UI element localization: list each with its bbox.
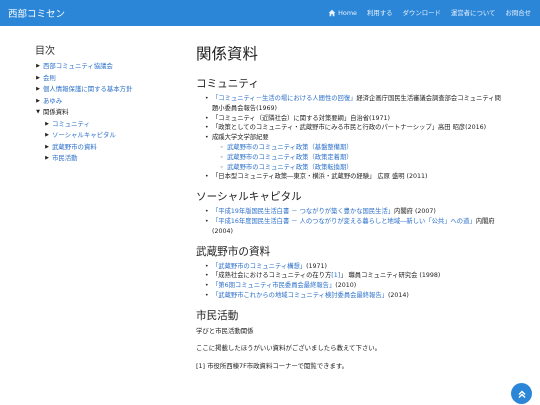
list-item: 「平成19年版国民生活白書 － つながりが築く豊かな国民生活」内閣府 (2007… [205,207,506,217]
section-heading: コミュニティ [196,78,259,90]
double-chevron-up-icon [518,390,525,398]
toc-item-social-capital[interactable]: ▶ ソーシャルキャピタル [35,130,175,142]
nav-home-label: Home [338,8,357,17]
toc-link[interactable]: 市民活動 [52,153,78,165]
doc-source: (2014) [387,291,409,299]
list-item: 「政策としてのコミュニティ・武蔵野市にみる市民と行政のパートナーシップ」高田 昭… [205,123,506,133]
toc-link[interactable]: 西部コミュニティ協議会 [43,61,113,73]
doc-source: 「コミュニティ（近隣社会）に関する対策要綱」自治省(1971) [212,114,390,122]
section-heading: 市民活動 [196,309,239,322]
list-item: 「平成16年度国民生活白書 － 人のつながりが変える暮らしと地域―新しい「公共」… [205,217,506,237]
caret-right-icon: ▶ [45,143,49,150]
toc-item-council[interactable]: ▶ 西部コミュニティ協議会 [35,61,175,73]
caret-right-icon: ▶ [45,132,49,138]
caret-right-icon: ▶ [45,120,49,127]
toc-item-civic[interactable]: ▶ 市民活動 [35,153,175,165]
nav-about[interactable]: 運営者について [451,8,496,17]
doc-source: (2010) [335,282,357,290]
list-item: 「武蔵野市のコミュニティ構想」(1971) [205,262,506,272]
doc-link[interactable]: 武蔵野市のコミュニティ政策（政策定着期） [227,154,353,161]
doc-link[interactable]: 武蔵野市のコミュニティ政策（基盤整備期） [227,144,353,151]
toc-title: 目次 [35,46,55,57]
toc-item-rules[interactable]: ▶ 会則 [35,73,175,85]
toc-link[interactable]: 会則 [43,73,56,85]
list-item: 成蹊大学文学部紀要 武蔵野市のコミュニティ政策（基盤整備期） 武蔵野市のコミュニ… [205,133,506,172]
section-heading: ソーシャルキャピタル [196,191,302,204]
section-social-capital: ソーシャルキャピタル 「平成19年版国民生活白書 － つながりが築く豊かな国民生… [196,189,506,236]
toc-link[interactable]: ソーシャルキャピタル [52,130,116,142]
sub-list-item: 武蔵野市のコミュニティ政策（基盤整備期） [220,143,506,153]
list-item: 「武蔵野市これからの地域コミュニティ検討委員会最終報告」(2014) [205,291,506,301]
site-brand[interactable]: 西部コミセン [8,6,65,20]
section-musashino: 武蔵野市の資料 「武蔵野市のコミュニティ構想」(1971) 「成熟社会におけるコ… [196,244,506,301]
page-title: 関係資料 [196,45,259,63]
doc-link[interactable]: 「コミュニティ－生活の場における人間性の回復」 [212,95,356,102]
toc-item-privacy[interactable]: ▶ 個人情報保護に関する基本方針 [35,84,175,96]
doc-link[interactable]: 「平成16年度国民生活白書 － 人のつながりが変える暮らしと地域―新しい「公共」… [212,218,476,225]
toc-sidebar: 目次 ▶ 西部コミュニティ協議会 ▶ 会則 ▶ 個人情報保護に関する基本方針 ▶ あゆみ… [35,42,175,165]
toc-item-references[interactable]: ▼ 関係資料 [35,107,175,119]
back-to-top-button[interactable] [511,383,532,404]
nav-home[interactable]: Home [328,8,357,17]
list-item: 「コミュニティ－生活の場における人間性の回復」経済企画庁国民生活審議会調査部会コ… [205,94,506,114]
footnote-link[interactable]: [1] [331,272,340,279]
sub-list-item: 武蔵野市のコミュニティ政策（政策定着期） [220,153,506,163]
caret-right-icon: ▶ [45,155,49,161]
civic-text: 学びと市民活動関係 [196,326,254,335]
doc-link[interactable]: 「武蔵野市これからの地域コミュニティ検討委員会最終報告」 [212,292,388,299]
list-item: 「成熟社会におけるコミュニティの在り方[1]」 職員コミュニティ研究会 (199… [205,271,506,281]
caret-right-icon: ▶ [36,74,40,81]
list-item: 「日本型コミュニティ政策―東京・横浜・武蔵野の経験」 広原 盛明 (2011) [205,172,506,182]
list-item: 「コミュニティ（近隣社会）に関する対策要綱」自治省(1971) [205,114,506,124]
toc-item-community[interactable]: ▶ コミュニティ [35,119,175,131]
main-content: 関係資料 コミュニティ 「コミュニティ－生活の場における人間性の回復」経済企画庁… [196,42,506,370]
caret-right-icon: ▶ [36,97,40,104]
toc-item-musashino[interactable]: ▶ 武蔵野市の資料 [35,142,175,154]
doc-link[interactable]: 武蔵野市のコミュニティ政策（政策転換期） [227,164,353,171]
nav-contact[interactable]: お問合せ [505,8,531,17]
toc-item-history[interactable]: ▶ あゆみ [35,96,175,108]
caret-right-icon: ▶ [36,63,40,69]
toc-link[interactable]: あゆみ [43,96,62,108]
toc-link[interactable]: コミュニティ [52,119,90,131]
doc-source: 成蹊大学文学部紀要 [212,134,269,142]
doc-title: 「成熟社会におけるコミュニティの在り方 [212,272,332,280]
civic-request: ここに掲載したほうがいい資料がございましたら教えて下さい。 [196,343,382,352]
toc-current: 関係資料 [43,108,69,116]
doc-source: 「日本型コミュニティ政策―東京・横浜・武蔵野の経験」 広原 盛明 (2011) [212,173,428,181]
doc-source: 「政策としてのコミュニティ・武蔵野市にみる市民と行政のパートナーシップ」高田 昭… [212,124,487,132]
top-navbar: 西部コミセン Home 利用する ダウンロード 運営者について お問合せ [0,0,540,26]
nav-links: Home 利用する ダウンロード 運営者について お問合せ [328,8,531,17]
list-item: 「第6期コミュニティ市民委員会最終報告」(2010) [205,281,506,291]
section-heading: 武蔵野市の資料 [196,245,271,258]
doc-source: 内閣府 (2007) [394,208,436,216]
footnote: [1] 市役所西棟7F市政資料コーナーで閲覧できます。 [196,361,349,370]
caret-right-icon: ▶ [36,86,40,92]
nav-use[interactable]: 利用する [367,8,393,17]
home-icon [328,9,336,16]
section-civic: 市民活動 学びと市民活動関係 ここに掲載したほうがいい資料がございましたら教えて… [196,308,506,354]
doc-source: 」 職員コミュニティ研究会 (1998) [340,272,441,280]
section-community: コミュニティ 「コミュニティ－生活の場における人間性の回復」経済企画庁国民生活審… [196,76,506,182]
toc-link[interactable]: 武蔵野市の資料 [52,142,97,154]
doc-link[interactable]: 「武蔵野市のコミュニティ構想」 [212,263,306,270]
doc-source: (1971) [306,262,328,270]
doc-link[interactable]: 「第6期コミュニティ市民委員会最終報告」 [212,282,335,289]
doc-link[interactable]: 「平成19年版国民生活白書 － つながりが築く豊かな国民生活」 [212,208,394,215]
nav-download[interactable]: ダウンロード [403,8,441,17]
caret-down-icon: ▼ [36,109,40,115]
sub-list-item: 武蔵野市のコミュニティ政策（政策転換期） [220,163,506,173]
toc-link[interactable]: 個人情報保護に関する基本方針 [43,84,132,96]
